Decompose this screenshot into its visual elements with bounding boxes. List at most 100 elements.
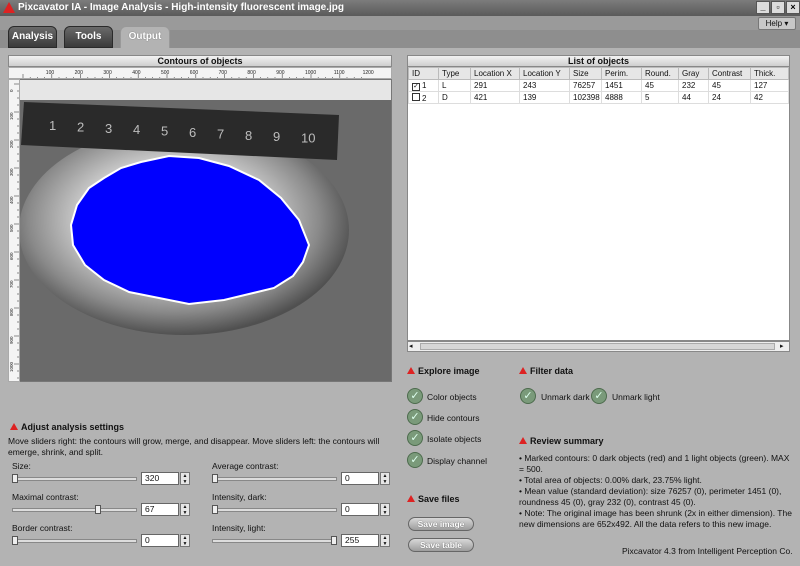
ruler-tick-label: 500 — [161, 70, 170, 76]
ruler-tick-label: 300 — [9, 168, 14, 176]
ruler-digit: 7 — [217, 126, 224, 141]
size-slider[interactable] — [12, 477, 137, 481]
explore-image-title: Explore image — [407, 366, 480, 376]
objects-table: ID Type Location X Location Y Size Perim… — [407, 66, 790, 341]
size-label: Size: — [12, 461, 31, 471]
column-header[interactable]: ID — [408, 67, 439, 80]
column-header[interactable]: Type — [438, 67, 471, 80]
border-contrast-slider-thumb[interactable] — [12, 536, 18, 545]
minimize-button[interactable]: _ — [756, 1, 770, 14]
ruler-tick-label: 900 — [276, 70, 285, 76]
maximal-contrast-spinner[interactable]: ▲ ▼ — [180, 503, 190, 516]
ruler-tick-label: 1200 — [363, 70, 374, 76]
intensity-dark-spinner[interactable]: ▲ ▼ — [380, 503, 390, 516]
column-header[interactable]: Thick. — [750, 67, 789, 80]
maximal-contrast-input[interactable]: 67 — [141, 503, 179, 516]
ruler-digit: 8 — [245, 128, 252, 143]
warning-icon — [407, 367, 415, 374]
intensity-dark-slider-thumb[interactable] — [212, 505, 218, 514]
table-horizontal-scrollbar[interactable]: ◂ ▸ — [407, 341, 790, 352]
table-row[interactable]: 2 D 421 139 102398 4888 5 44 24 42 — [408, 91, 789, 104]
scroll-thumb[interactable] — [420, 343, 775, 350]
adjust-settings-title: Adjust analysis settings — [10, 422, 124, 432]
intensity-dark-label: Intensity, dark: — [212, 492, 267, 502]
summary-line: • Total area of objects: 0.00% dark, 23.… — [519, 475, 702, 485]
help-menu-button[interactable]: Help ▾ — [758, 17, 796, 30]
title-bar: Pixcavator IA - Image Analysis - High-in… — [0, 0, 800, 16]
column-header[interactable]: Size — [569, 67, 602, 80]
close-button[interactable]: × — [786, 1, 800, 14]
average-contrast-slider[interactable] — [212, 477, 337, 481]
ruler-tick-label: 800 — [247, 70, 256, 76]
isolate-objects-label: Isolate objects — [427, 434, 482, 444]
ruler-digit: 5 — [161, 124, 168, 139]
size-spinner[interactable]: ▲ ▼ — [180, 472, 190, 485]
analysis-image[interactable]: 1 2 3 4 5 6 7 8 9 10 — [8, 79, 392, 382]
unmark-light-toggle[interactable]: ✓ — [591, 388, 607, 404]
save-table-button[interactable]: Save table — [408, 538, 474, 552]
ruler-tick-label: 800 — [9, 308, 14, 316]
border-contrast-spinner[interactable]: ▲ ▼ — [180, 534, 190, 547]
filter-data-title: Filter data — [519, 366, 573, 376]
display-channel-toggle[interactable]: ✓ — [407, 452, 423, 468]
size-input[interactable]: 320 — [141, 472, 179, 485]
average-contrast-slider-thumb[interactable] — [212, 474, 218, 483]
intensity-dark-slider[interactable] — [212, 508, 337, 512]
adjust-description: Move sliders right: the contours will gr… — [8, 436, 380, 457]
ruler-digit: 3 — [105, 121, 112, 136]
ruler-tick-label: 900 — [9, 336, 14, 344]
ruler-tick-label: 400 — [132, 70, 141, 76]
ruler-digit: 2 — [77, 119, 84, 134]
column-header[interactable]: Round. — [641, 67, 679, 80]
average-contrast-input[interactable]: 0 — [341, 472, 379, 485]
column-header[interactable]: Location X — [470, 67, 520, 80]
scroll-left-icon[interactable]: ◂ — [409, 342, 419, 351]
tab-output[interactable]: Output — [120, 26, 170, 48]
row-checkbox-unchecked[interactable] — [412, 92, 420, 101]
intensity-light-label: Intensity, light: — [212, 523, 266, 533]
table-row[interactable]: ✓ 1 L 291 243 76257 1451 45 232 45 127 — [408, 79, 789, 92]
border-contrast-input[interactable]: 0 — [141, 534, 179, 547]
review-summary-title: Review summary — [519, 436, 604, 446]
intensity-light-slider[interactable] — [212, 539, 337, 543]
border-contrast-label: Border contrast: — [12, 523, 73, 533]
border-contrast-slider[interactable] — [12, 539, 137, 543]
column-header[interactable]: Location Y — [519, 67, 570, 80]
column-header[interactable]: Contrast — [708, 67, 751, 80]
average-contrast-spinner[interactable]: ▲ ▼ — [380, 472, 390, 485]
ruler-digit: 6 — [189, 125, 196, 140]
ruler-tick-label: 200 — [9, 140, 14, 148]
vertical-ruler: 0 100 200 300 400 500 600 700 800 900 1000 — [8, 79, 20, 382]
window-title: Pixcavator IA - Image Analysis - High-in… — [18, 2, 345, 13]
tab-tools[interactable]: Tools — [64, 26, 113, 48]
ruler-tick-label: 100 — [9, 112, 14, 120]
footer-credit: Pixcavator 4.3 from Intelligent Percepti… — [622, 546, 793, 556]
tab-analysis[interactable]: Analysis — [8, 26, 57, 48]
ruler-tick-label: 500 — [9, 224, 14, 232]
summary-line: • Mean value (standard deviation): size … — [519, 486, 782, 507]
column-header[interactable]: Perim. — [601, 67, 642, 80]
row-checkbox-checked[interactable]: ✓ — [412, 82, 420, 91]
maximal-contrast-slider[interactable] — [12, 508, 137, 512]
intensity-light-spinner[interactable]: ▲ ▼ — [380, 534, 390, 547]
intensity-light-input[interactable]: 255 — [341, 534, 379, 547]
review-summary-text: • Marked contours: 0 dark objects (red) … — [519, 453, 794, 530]
column-header[interactable]: Gray — [678, 67, 709, 80]
isolate-objects-toggle[interactable]: ✓ — [407, 430, 423, 446]
hide-contours-toggle[interactable]: ✓ — [407, 409, 423, 425]
ruler-tick-label: 400 — [9, 196, 14, 204]
color-objects-toggle[interactable]: ✓ — [407, 388, 423, 404]
intensity-dark-input[interactable]: 0 — [341, 503, 379, 516]
ruler-tick-label: 700 — [9, 280, 14, 288]
unmark-dark-toggle[interactable]: ✓ — [520, 388, 536, 404]
restore-button[interactable]: ▫ — [771, 1, 785, 14]
display-channel-label: Display channel — [427, 456, 488, 466]
intensity-light-slider-thumb[interactable] — [331, 536, 337, 545]
maximal-contrast-slider-thumb[interactable] — [95, 505, 101, 514]
scroll-right-icon[interactable]: ▸ — [780, 342, 790, 351]
ruler-digit: 9 — [273, 129, 280, 144]
size-slider-thumb[interactable] — [12, 474, 18, 483]
save-image-button[interactable]: Save image — [408, 517, 474, 531]
ruler-tick-label: 200 — [75, 70, 84, 76]
horizontal-ruler: 100 200 300 400 500 600 700 800 900 1000 1100 1200 — [8, 67, 392, 79]
